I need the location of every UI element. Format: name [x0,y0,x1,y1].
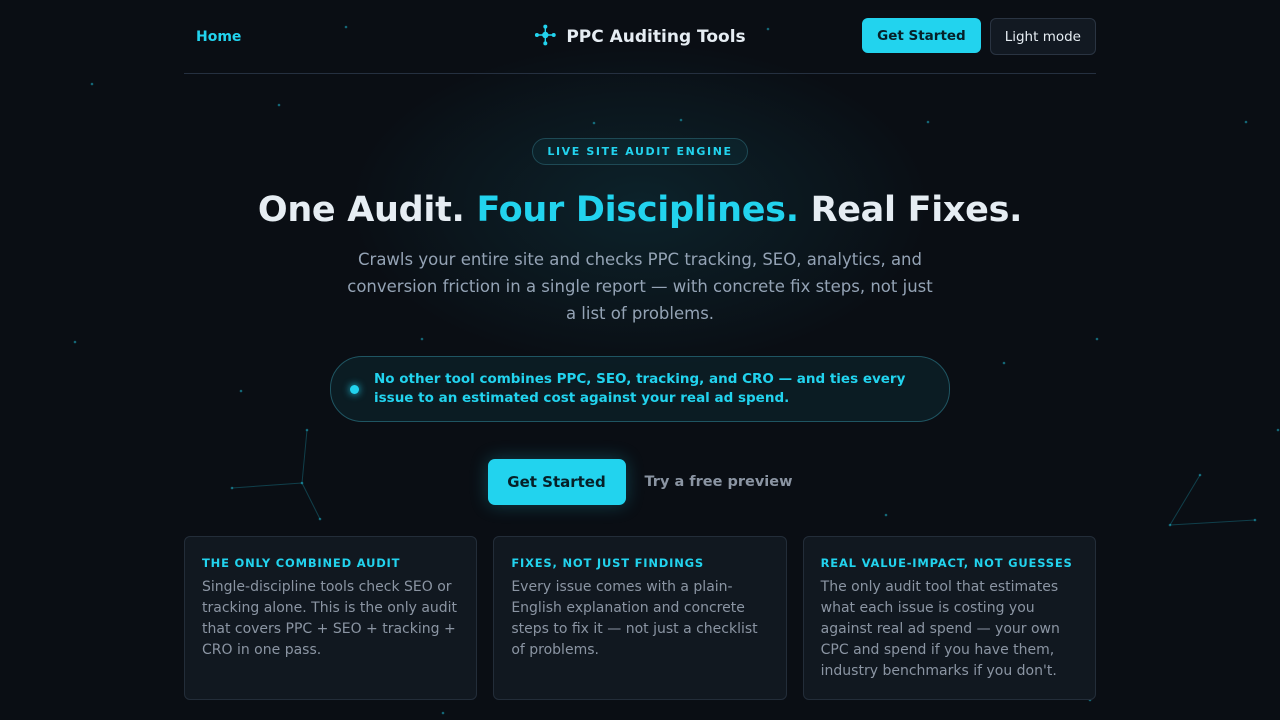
top-navigation: Home PPC Auditing Tools Get Started Ligh… [184,0,1096,74]
brand-name: PPC Auditing Tools [566,27,746,47]
feature-card-body: The only audit tool that estimates what … [820,579,1060,679]
hero-title-part1: One Audit. [257,190,465,230]
hero-title-part2: Real Fixes. [810,190,1023,230]
free-preview-link[interactable]: Try a free preview [645,474,793,490]
feature-card: REAL VALUE-IMPACT, NOT GUESSES The only … [802,536,1096,700]
callout-text: No other tool combines PPC, SEO, trackin… [374,371,906,406]
hero-section: LIVE SITE AUDIT ENGINE One Audit. Four D… [184,74,1096,505]
brand[interactable]: PPC Auditing Tools [534,0,746,74]
feature-card-title: THE ONLY COMBINED AUDIT [202,556,401,570]
theme-toggle-button[interactable]: Light mode [989,18,1096,55]
feature-card-title: FIXES, NOT JUST FINDINGS [511,556,704,570]
network-nodes-icon [534,24,556,50]
feature-card: FIXES, NOT JUST FINDINGS Every issue com… [493,536,787,700]
hero-title: One Audit. Four Disciplines. Real Fixes. [184,187,1096,233]
eyebrow-badge: LIVE SITE AUDIT ENGINE [532,138,748,165]
feature-card-body: Single-discipline tools check SEO or tra… [202,579,458,658]
feature-card-title: REAL VALUE-IMPACT, NOT GUESSES [820,556,1073,570]
hero-description: Crawls your entire site and checks PPC t… [347,250,933,323]
nav-home-link[interactable]: Home [196,29,241,45]
differentiator-callout: No other tool combines PPC, SEO, trackin… [330,356,950,422]
feature-cards: THE ONLY COMBINED AUDIT Single-disciplin… [184,536,1096,700]
pulse-dot-icon [350,384,359,394]
cta-row: Get Started Try a free preview [184,459,1096,505]
feature-card-body: Every issue comes with a plain-English e… [511,579,758,658]
feature-card: THE ONLY COMBINED AUDIT Single-disciplin… [184,536,478,700]
hero-get-started-button[interactable]: Get Started [487,459,626,505]
hero-title-accent: Four Disciplines. [476,190,799,230]
header-get-started-button[interactable]: Get Started [862,18,981,53]
